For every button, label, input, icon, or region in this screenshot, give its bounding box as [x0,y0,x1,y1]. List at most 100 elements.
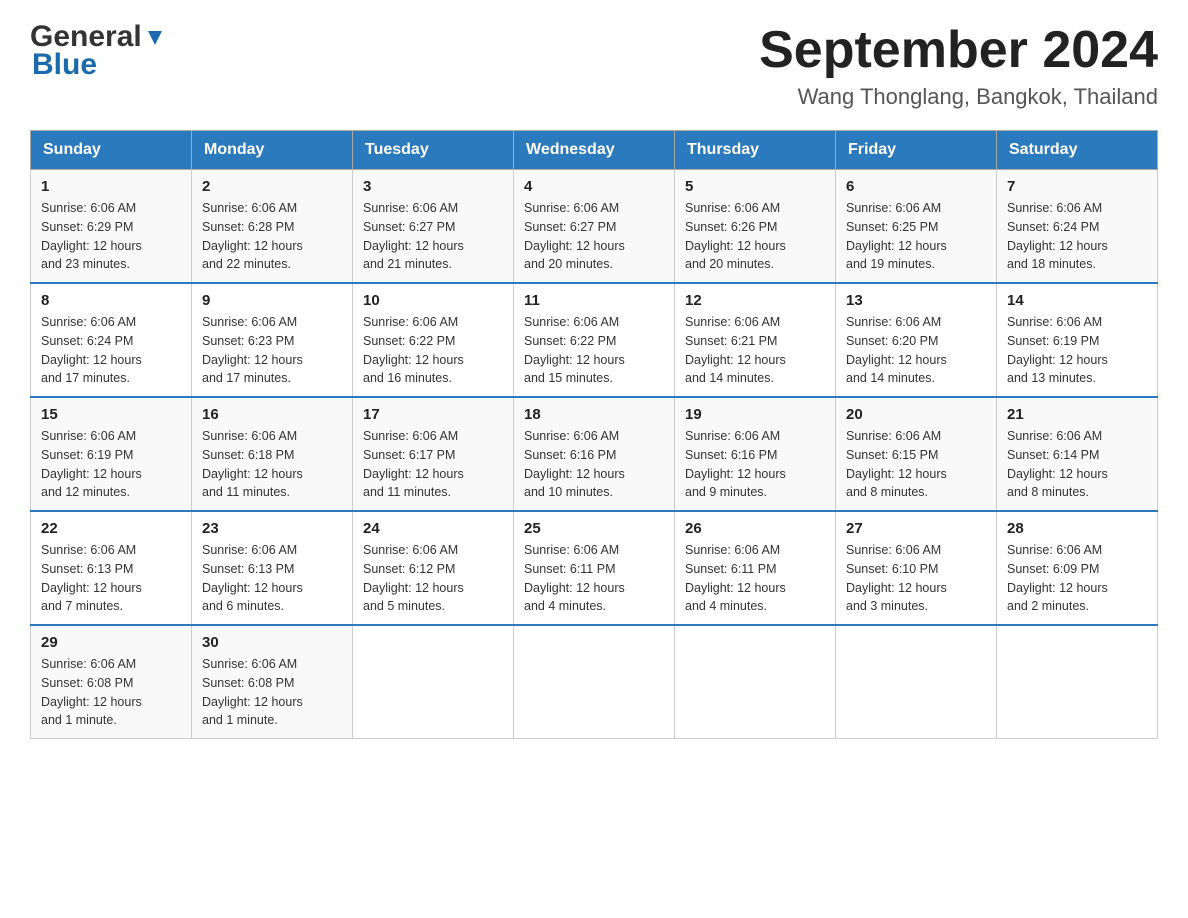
day-info: Sunrise: 6:06 AMSunset: 6:14 PMDaylight:… [1007,427,1147,502]
col-sunday: Sunday [31,131,192,170]
day-info: Sunrise: 6:06 AMSunset: 6:21 PMDaylight:… [685,313,825,388]
table-cell: 24 Sunrise: 6:06 AMSunset: 6:12 PMDayligh… [353,511,514,625]
col-thursday: Thursday [675,131,836,170]
day-info: Sunrise: 6:06 AMSunset: 6:12 PMDaylight:… [363,541,503,616]
table-cell [514,625,675,739]
day-number: 2 [202,178,342,195]
table-cell: 8Sunrise: 6:06 AMSunset: 6:24 PMDaylight… [31,283,192,397]
table-cell: 1 Sunrise: 6:06 AMSunset: 6:29 PMDaylight… [31,170,192,284]
day-number: 25 [524,520,664,537]
day-info: Sunrise: 6:06 AMSunset: 6:23 PMDaylight:… [202,313,342,388]
table-cell: 19 Sunrise: 6:06 AMSunset: 6:16 PMDayligh… [675,397,836,511]
day-number: 17 [363,406,503,423]
day-info: Sunrise: 6:06 AMSunset: 6:29 PMDaylight:… [41,199,181,274]
table-cell: 2 Sunrise: 6:06 AMSunset: 6:28 PMDaylight… [192,170,353,284]
table-cell [997,625,1158,739]
table-cell: 10Sunrise: 6:06 AMSunset: 6:22 PMDayligh… [353,283,514,397]
col-friday: Friday [836,131,997,170]
month-title: September 2024 [759,20,1158,80]
day-number: 18 [524,406,664,423]
logo: General Blue [30,20,166,82]
day-number: 3 [363,178,503,195]
day-info: Sunrise: 6:06 AMSunset: 6:16 PMDaylight:… [524,427,664,502]
calendar-week-5: 29Sunrise: 6:06 AMSunset: 6:08 PMDayligh… [31,625,1158,739]
day-number: 30 [202,634,342,651]
calendar-header-row: Sunday Monday Tuesday Wednesday Thursday… [31,131,1158,170]
day-number: 14 [1007,292,1147,309]
day-number: 28 [1007,520,1147,537]
day-number: 10 [363,292,503,309]
day-number: 4 [524,178,664,195]
table-cell: 22Sunrise: 6:06 AMSunset: 6:13 PMDayligh… [31,511,192,625]
table-cell: 20 Sunrise: 6:06 AMSunset: 6:15 PMDayligh… [836,397,997,511]
table-cell: 4 Sunrise: 6:06 AMSunset: 6:27 PMDaylight… [514,170,675,284]
day-number: 27 [846,520,986,537]
day-info: Sunrise: 6:06 AMSunset: 6:15 PMDaylight:… [846,427,986,502]
day-number: 13 [846,292,986,309]
day-info: Sunrise: 6:06 AMSunset: 6:19 PMDaylight:… [1007,313,1147,388]
calendar-table: Sunday Monday Tuesday Wednesday Thursday… [30,130,1158,739]
calendar-week-4: 22Sunrise: 6:06 AMSunset: 6:13 PMDayligh… [31,511,1158,625]
day-number: 12 [685,292,825,309]
table-cell: 15Sunrise: 6:06 AMSunset: 6:19 PMDayligh… [31,397,192,511]
table-cell: 9 Sunrise: 6:06 AMSunset: 6:23 PMDaylight… [192,283,353,397]
day-number: 1 [41,178,181,195]
day-info: Sunrise: 6:06 AMSunset: 6:11 PMDaylight:… [524,541,664,616]
day-number: 11 [524,292,664,309]
day-number: 24 [363,520,503,537]
day-number: 5 [685,178,825,195]
location-text: Wang Thonglang, Bangkok, Thailand [759,84,1158,110]
day-info: Sunrise: 6:06 AMSunset: 6:08 PMDaylight:… [202,655,342,730]
day-info: Sunrise: 6:06 AMSunset: 6:17 PMDaylight:… [363,427,503,502]
day-number: 9 [202,292,342,309]
table-cell: 21 Sunrise: 6:06 AMSunset: 6:14 PMDayligh… [997,397,1158,511]
day-info: Sunrise: 6:06 AMSunset: 6:20 PMDaylight:… [846,313,986,388]
table-cell: 29Sunrise: 6:06 AMSunset: 6:08 PMDayligh… [31,625,192,739]
day-info: Sunrise: 6:06 AMSunset: 6:09 PMDaylight:… [1007,541,1147,616]
calendar-week-1: 1 Sunrise: 6:06 AMSunset: 6:29 PMDaylight… [31,170,1158,284]
day-number: 21 [1007,406,1147,423]
table-cell [353,625,514,739]
day-info: Sunrise: 6:06 AMSunset: 6:10 PMDaylight:… [846,541,986,616]
col-saturday: Saturday [997,131,1158,170]
day-info: Sunrise: 6:06 AMSunset: 6:24 PMDaylight:… [1007,199,1147,274]
day-info: Sunrise: 6:06 AMSunset: 6:28 PMDaylight:… [202,199,342,274]
logo-blue-text: Blue [32,48,97,82]
table-cell: 28 Sunrise: 6:06 AMSunset: 6:09 PMDayligh… [997,511,1158,625]
table-cell: 14 Sunrise: 6:06 AMSunset: 6:19 PMDayligh… [997,283,1158,397]
day-number: 26 [685,520,825,537]
day-info: Sunrise: 6:06 AMSunset: 6:27 PMDaylight:… [363,199,503,274]
table-cell: 5 Sunrise: 6:06 AMSunset: 6:26 PMDaylight… [675,170,836,284]
day-info: Sunrise: 6:06 AMSunset: 6:08 PMDaylight:… [41,655,181,730]
day-info: Sunrise: 6:06 AMSunset: 6:18 PMDaylight:… [202,427,342,502]
day-info: Sunrise: 6:06 AMSunset: 6:26 PMDaylight:… [685,199,825,274]
logo-triangle-icon [144,27,166,49]
table-cell: 18 Sunrise: 6:06 AMSunset: 6:16 PMDayligh… [514,397,675,511]
day-info: Sunrise: 6:06 AMSunset: 6:13 PMDaylight:… [202,541,342,616]
day-info: Sunrise: 6:06 AMSunset: 6:13 PMDaylight:… [41,541,181,616]
day-info: Sunrise: 6:06 AMSunset: 6:25 PMDaylight:… [846,199,986,274]
table-cell: 3 Sunrise: 6:06 AMSunset: 6:27 PMDaylight… [353,170,514,284]
day-number: 23 [202,520,342,537]
day-number: 16 [202,406,342,423]
day-info: Sunrise: 6:06 AMSunset: 6:19 PMDaylight:… [41,427,181,502]
day-number: 19 [685,406,825,423]
table-cell: 17 Sunrise: 6:06 AMSunset: 6:17 PMDayligh… [353,397,514,511]
table-cell [675,625,836,739]
day-number: 6 [846,178,986,195]
table-cell: 7Sunrise: 6:06 AMSunset: 6:24 PMDaylight… [997,170,1158,284]
table-cell: 25 Sunrise: 6:06 AMSunset: 6:11 PMDayligh… [514,511,675,625]
table-cell: 6 Sunrise: 6:06 AMSunset: 6:25 PMDaylight… [836,170,997,284]
calendar-week-3: 15Sunrise: 6:06 AMSunset: 6:19 PMDayligh… [31,397,1158,511]
day-info: Sunrise: 6:06 AMSunset: 6:27 PMDaylight:… [524,199,664,274]
col-wednesday: Wednesday [514,131,675,170]
day-info: Sunrise: 6:06 AMSunset: 6:24 PMDaylight:… [41,313,181,388]
table-cell: 12 Sunrise: 6:06 AMSunset: 6:21 PMDayligh… [675,283,836,397]
page-header: General Blue September 2024 Wang Thongla… [30,20,1158,110]
table-cell: 11Sunrise: 6:06 AMSunset: 6:22 PMDayligh… [514,283,675,397]
table-cell: 27 Sunrise: 6:06 AMSunset: 6:10 PMDayligh… [836,511,997,625]
table-cell [836,625,997,739]
day-number: 20 [846,406,986,423]
title-section: September 2024 Wang Thonglang, Bangkok, … [759,20,1158,110]
day-info: Sunrise: 6:06 AMSunset: 6:16 PMDaylight:… [685,427,825,502]
